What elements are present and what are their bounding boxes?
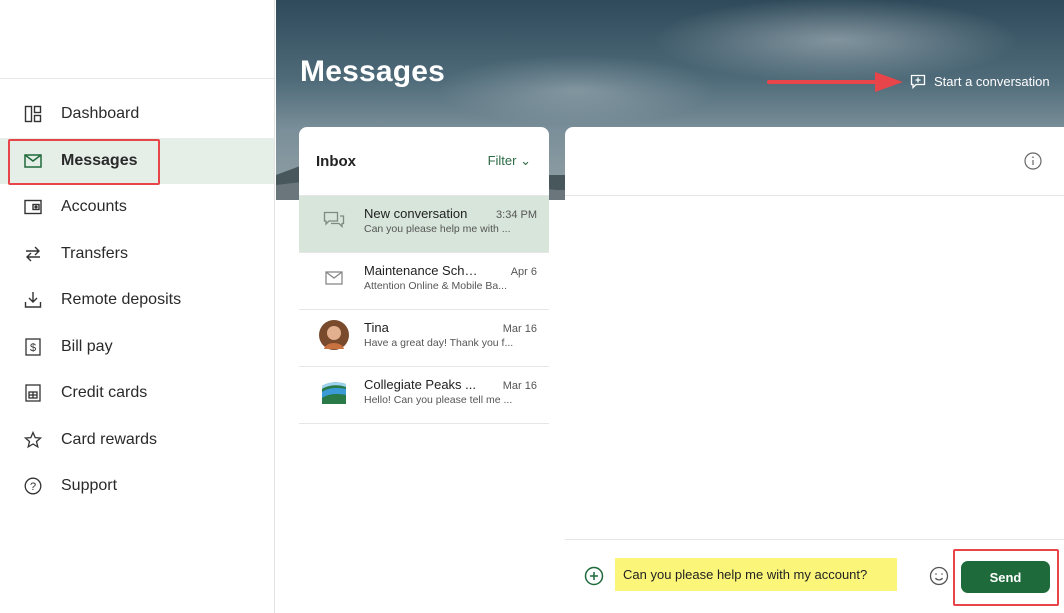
- message-input[interactable]: [615, 558, 897, 591]
- add-attachment-icon[interactable]: [584, 566, 604, 591]
- sidebar-item-label: Bill pay: [61, 337, 113, 355]
- bank-logo: [319, 377, 349, 407]
- conversation-preview: Can you please help me with ...: [364, 223, 511, 235]
- conversation-item-collegiate-peaks[interactable]: Collegiate Peaks ... Mar 16 Hello! Can y…: [299, 367, 549, 424]
- message-composer: Send: [565, 539, 1064, 611]
- sidebar-item-transfers[interactable]: Transfers: [0, 231, 274, 278]
- conversation-preview: Attention Online & Mobile Ba...: [364, 280, 507, 292]
- annotation-arrow: [767, 72, 903, 92]
- new-chat-icon: [910, 74, 926, 89]
- thread-header: [565, 127, 1064, 196]
- sidebar-item-label: Transfers: [61, 244, 128, 262]
- wallet-icon: [22, 196, 44, 218]
- sidebar-header: [0, 0, 274, 79]
- dashboard-icon: [22, 103, 44, 125]
- conversation-item-new[interactable]: New conversation 3:34 PM Can you please …: [299, 196, 549, 253]
- sidebar-item-credit-cards[interactable]: Credit cards: [0, 370, 274, 417]
- sidebar-item-label: Remote deposits: [61, 291, 182, 309]
- sidebar-item-label: Credit cards: [61, 384, 148, 402]
- sidebar-item-accounts[interactable]: Accounts: [0, 184, 274, 231]
- conversation-name: Maintenance Sche...: [364, 263, 482, 278]
- sidebar-item-label: Support: [61, 477, 118, 495]
- sidebar-item-label: Accounts: [61, 198, 127, 216]
- envelope-icon: [22, 150, 44, 172]
- emoji-icon[interactable]: [929, 566, 949, 591]
- start-conversation-button[interactable]: Start a conversation: [910, 74, 1050, 89]
- inbox-panel: Inbox Filter ⌄ New conversation 3:34 PM …: [299, 127, 549, 611]
- conversation-name: Tina: [364, 320, 389, 335]
- sidebar-nav: Dashboard Messages Accounts Transfers Re…: [0, 91, 274, 510]
- sidebar-item-label: Card rewards: [61, 430, 158, 448]
- svg-text:?: ?: [30, 481, 36, 493]
- conversation-name: Collegiate Peaks ...: [364, 377, 477, 392]
- avatar: [319, 320, 349, 350]
- conversation-item-tina[interactable]: Tina Mar 16 Have a great day! Thank you …: [299, 310, 549, 367]
- conversation-time: Apr 6: [510, 266, 537, 278]
- thread-panel: Send: [565, 127, 1064, 611]
- sidebar-item-support[interactable]: ? Support: [0, 463, 274, 510]
- page-title: Messages: [300, 55, 446, 88]
- sidebar-item-label: Dashboard: [61, 105, 140, 123]
- conversation-name: New conversation: [364, 206, 468, 221]
- send-button[interactable]: Send: [961, 561, 1050, 593]
- chat-bubble-icon: [319, 206, 349, 236]
- conversation-preview: Have a great day! Thank you f...: [364, 337, 514, 349]
- transfer-arrows-icon: [22, 243, 44, 265]
- envelope-icon: [319, 263, 349, 293]
- conversation-time: Mar 16: [502, 323, 537, 335]
- credit-card-icon: [22, 382, 44, 404]
- conversation-preview: Hello! Can you please tell me ...: [364, 394, 513, 406]
- filter-dropdown[interactable]: Filter ⌄: [488, 153, 531, 169]
- sidebar-item-bill-pay[interactable]: $ Bill pay: [0, 324, 274, 371]
- star-icon: [22, 429, 44, 451]
- download-tray-icon: [22, 289, 44, 311]
- inbox-header: Inbox Filter ⌄: [299, 127, 549, 196]
- conversation-item-maintenance[interactable]: Maintenance Sche... Apr 6 Attention Onli…: [299, 253, 549, 310]
- conversation-time: 3:34 PM: [496, 209, 537, 221]
- help-circle-icon: ?: [22, 475, 44, 497]
- start-conversation-label: Start a conversation: [934, 74, 1050, 89]
- info-icon[interactable]: [1024, 152, 1042, 175]
- dollar-receipt-icon: $: [22, 336, 44, 358]
- sidebar-item-label: Messages: [61, 151, 138, 169]
- inbox-title: Inbox: [316, 152, 356, 170]
- svg-text:$: $: [30, 342, 36, 354]
- sidebar-item-messages[interactable]: Messages: [0, 137, 274, 184]
- sidebar-item-card-rewards[interactable]: Card rewards: [0, 417, 274, 464]
- conversation-time: Mar 16: [502, 380, 537, 392]
- sidebar: Dashboard Messages Accounts Transfers Re…: [0, 0, 275, 613]
- sidebar-item-remote-deposits[interactable]: Remote deposits: [0, 277, 274, 324]
- sidebar-item-dashboard[interactable]: Dashboard: [0, 91, 274, 138]
